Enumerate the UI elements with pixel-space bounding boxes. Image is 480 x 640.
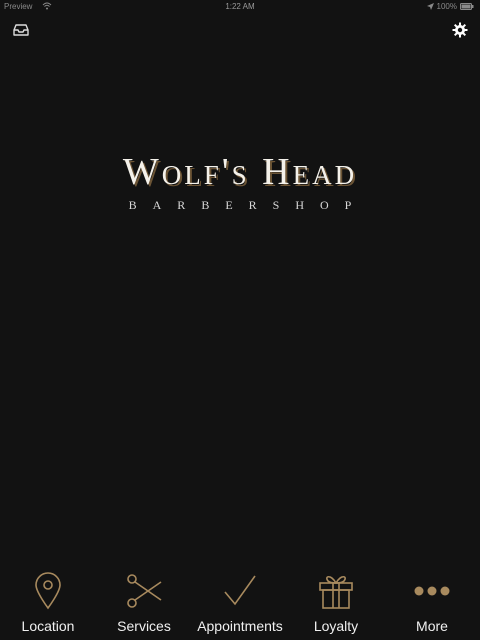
checkmark-icon xyxy=(224,575,256,606)
status-right: 100% xyxy=(426,2,474,11)
gift-icon xyxy=(319,575,353,609)
logo-title: Wolf's Head xyxy=(122,151,358,193)
tab-services[interactable]: Services xyxy=(96,564,192,640)
tab-more[interactable]: More xyxy=(384,564,480,640)
tab-label: Appointments xyxy=(197,618,283,634)
tab-label: Loyalty xyxy=(313,618,359,634)
battery-percent: 100% xyxy=(436,2,457,11)
tab-appointments[interactable]: Appointments xyxy=(192,564,288,640)
tab-label: Location xyxy=(21,618,75,634)
battery-icon xyxy=(460,3,474,10)
scissors-icon xyxy=(127,574,162,608)
tab-bar: Location Services Appointments Loyalty M… xyxy=(0,564,480,640)
status-time: 1:22 AM xyxy=(225,2,255,11)
inbox-icon xyxy=(13,24,29,36)
more-dots-icon xyxy=(414,586,450,596)
location-arrow-icon xyxy=(426,3,434,10)
inbox-button[interactable] xyxy=(12,22,30,38)
settings-button[interactable] xyxy=(452,22,468,38)
logo-subtitle: BARBERSHOP xyxy=(128,198,368,212)
location-pin-icon xyxy=(35,572,61,610)
gear-icon xyxy=(452,22,468,38)
tab-label: Services xyxy=(117,618,171,634)
brand-logo: Wolf's Head BARBERSHOP xyxy=(0,150,480,213)
tab-label: More xyxy=(416,618,448,634)
tab-location[interactable]: Location xyxy=(0,564,96,640)
status-bar: Preview 1:22 AM 100% xyxy=(0,0,480,14)
tab-loyalty[interactable]: Loyalty xyxy=(288,564,384,640)
